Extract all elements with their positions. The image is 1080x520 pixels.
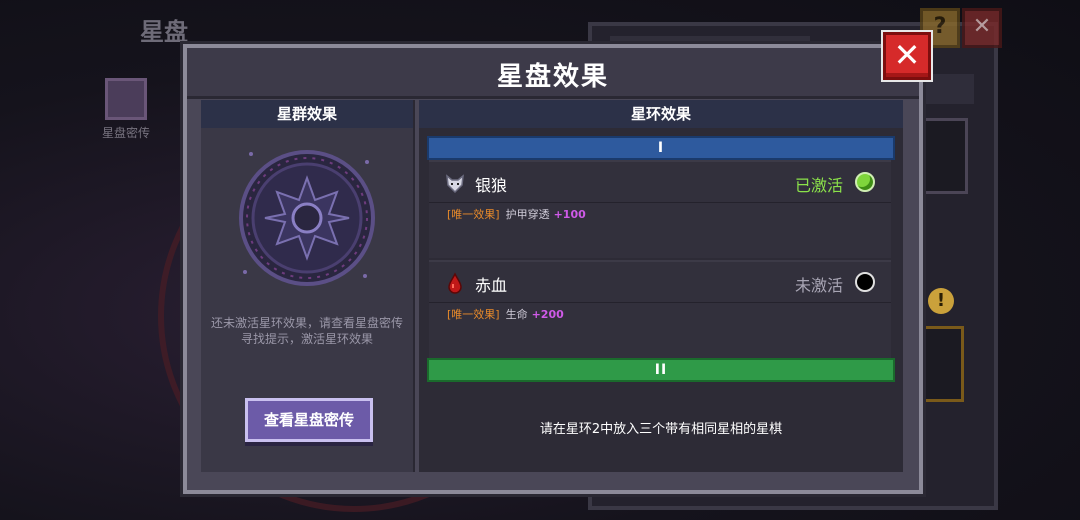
- effect-row-silver-wolf: 银狼 已激活 [唯一效果] 护甲穿透 +100: [429, 160, 891, 258]
- background-close-button[interactable]: ✕: [962, 8, 1002, 48]
- red-blood-icon: [443, 272, 467, 296]
- modal-header: 星盘效果: [187, 48, 919, 99]
- ring-2-hint-text: 请在星环2中放入三个带有相同星相的星棋: [539, 422, 783, 437]
- background-title: 星盘: [140, 18, 188, 46]
- inactive-indicator-icon: [855, 272, 875, 292]
- background-slot: [922, 118, 968, 194]
- ring-effects-header: 星环效果: [419, 100, 903, 128]
- star-chart-effects-modal: 星盘效果 星群效果 还未激活星环效果，请查看星盘密传寻找提示，激活星环效果 查看…: [183, 44, 923, 494]
- effect-status: 未激活: [794, 276, 843, 295]
- effect-name: 银狼: [475, 176, 508, 195]
- constellation-effects-header: 星群效果: [201, 100, 413, 128]
- view-tome-button[interactable]: 查看星盘密传: [245, 398, 373, 442]
- effect-divider: [429, 302, 891, 303]
- constellation-sigil-icon: [239, 150, 375, 286]
- effect-row-red-blood: 赤血 未激活 [唯一效果] 生命 +200: [429, 260, 891, 358]
- effect-divider: [429, 202, 891, 203]
- effect-status: 已激活: [794, 176, 843, 195]
- active-indicator-icon: [855, 172, 875, 192]
- effect-description: [唯一效果] 生命 +200: [447, 306, 564, 322]
- effect-value: +100: [553, 208, 586, 221]
- ring-1-bar: I: [427, 136, 895, 160]
- constellation-effects-panel: 星群效果 还未激活星环效果，请查看星盘密传寻找提示，激活星环效果 查看星盘密传: [201, 100, 413, 472]
- tome-label: 星盘密传: [101, 126, 150, 140]
- modal-title: 星盘效果: [496, 62, 609, 92]
- tome-icon: [105, 78, 147, 120]
- effect-name: 赤血: [475, 276, 508, 295]
- panel-divider: [413, 100, 415, 472]
- constellation-hint-text: 还未激活星环效果，请查看星盘密传寻找提示，激活星环效果: [211, 316, 404, 346]
- effect-tag: [唯一效果]: [447, 308, 500, 321]
- effect-tag: [唯一效果]: [447, 208, 500, 221]
- ring-2-bar: II: [427, 358, 895, 382]
- background-slot: [918, 326, 964, 402]
- silver-wolf-icon: [443, 172, 467, 196]
- tome-button[interactable]: 星盘密传: [96, 78, 156, 141]
- ring-effects-panel: 星环效果 I 银狼 已激活 [唯一效果] 护甲穿透 +100 赤血 未激活 [唯一效…: [419, 100, 903, 472]
- warning-icon: !: [928, 288, 954, 314]
- effect-stat: 护甲穿透: [505, 208, 550, 221]
- close-button[interactable]: ✕: [883, 32, 931, 80]
- effect-description: [唯一效果] 护甲穿透 +100: [447, 206, 586, 222]
- effect-value: +200: [531, 308, 564, 321]
- effect-stat: 生命: [505, 308, 528, 321]
